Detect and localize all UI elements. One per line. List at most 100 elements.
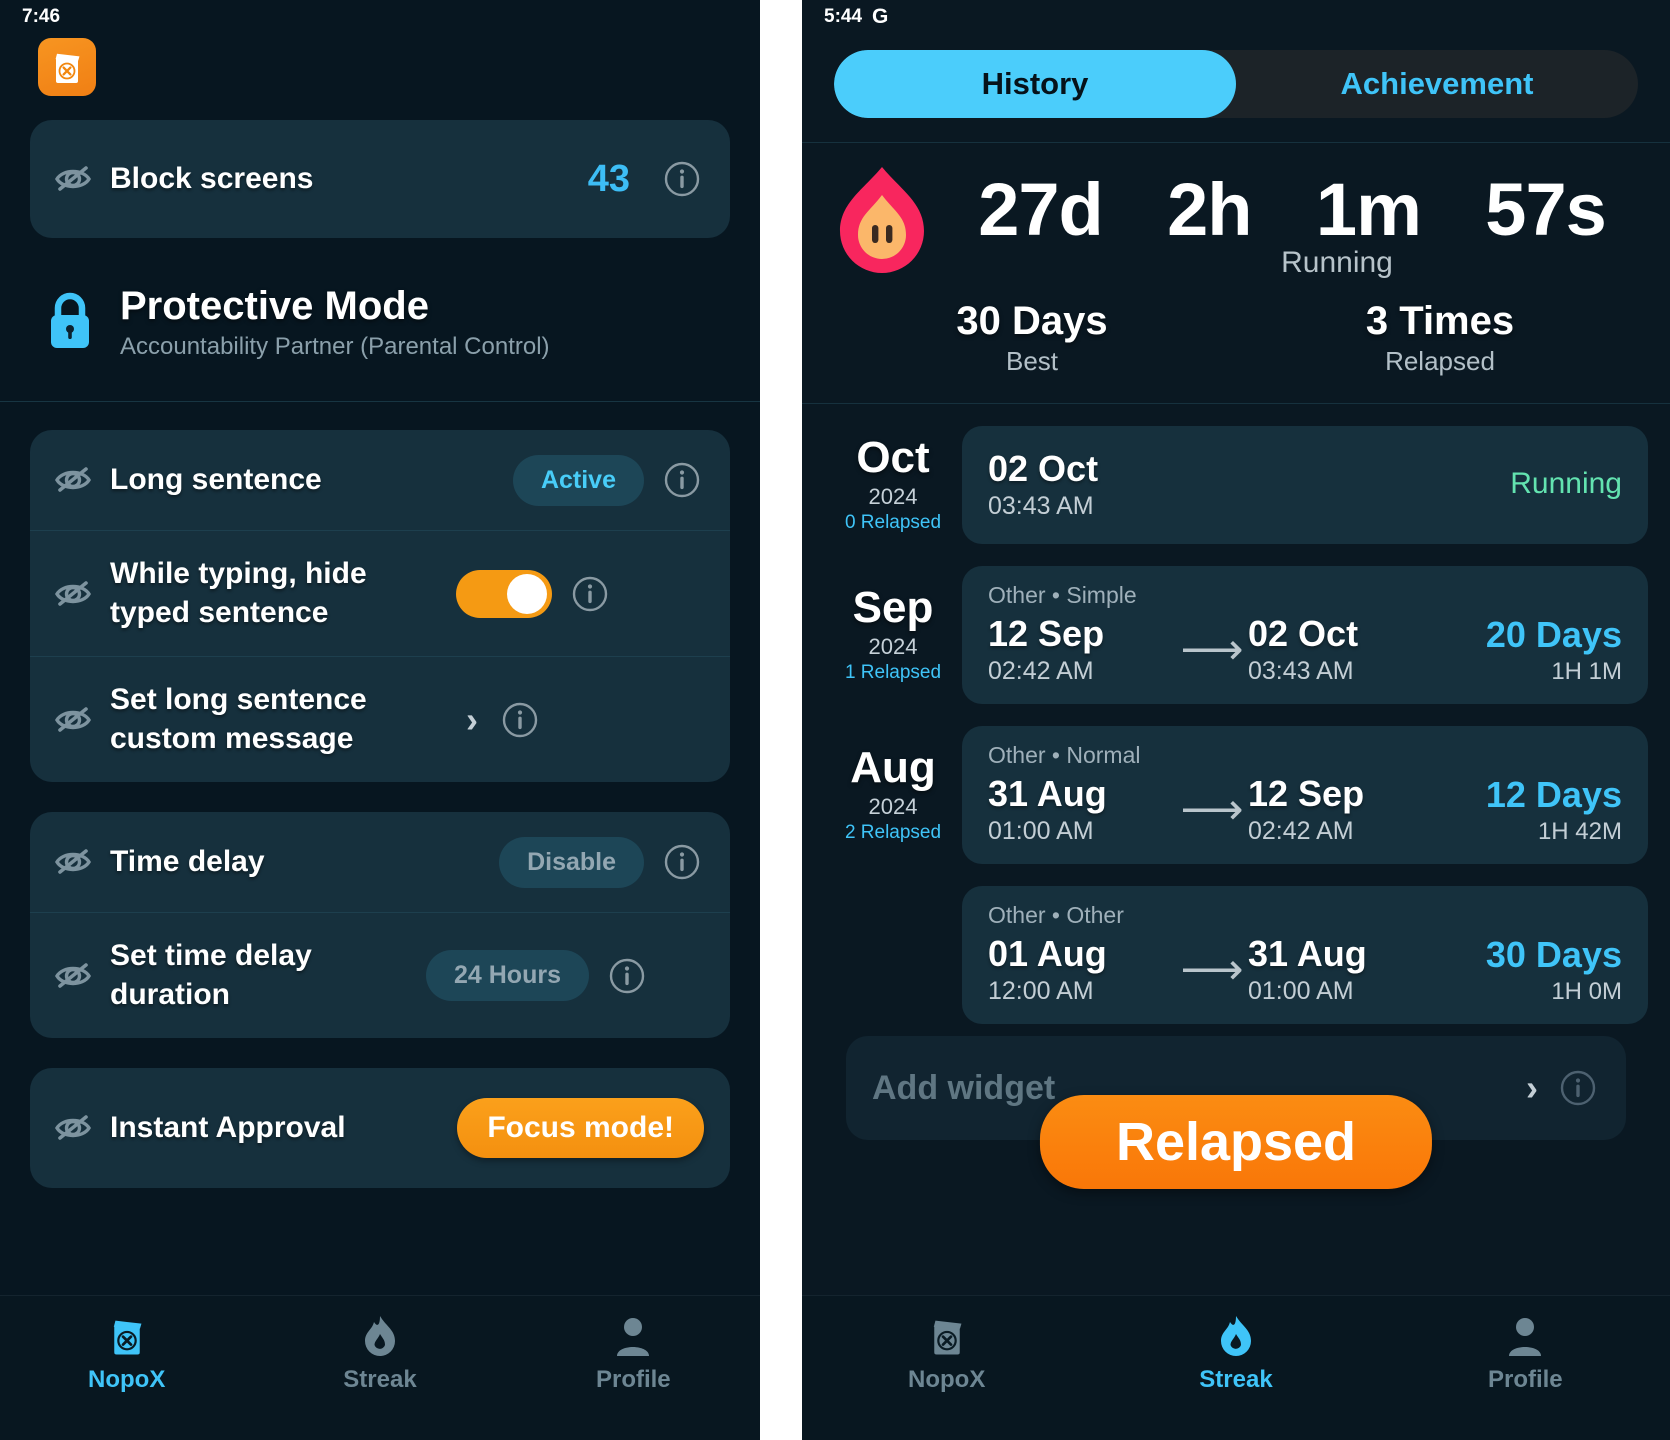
month-year: 2024 [868, 484, 918, 509]
left-content-scroll[interactable]: Block screens 43 Protective Mode Account… [0, 96, 760, 1295]
nav-item-profile[interactable]: Profile [507, 1314, 760, 1394]
nav-item-streak[interactable]: Streak [253, 1314, 506, 1394]
month-name: Sep [852, 583, 934, 632]
end-date: 31 Aug [1248, 933, 1367, 974]
nav-item-profile[interactable]: Profile [1381, 1314, 1670, 1394]
start-time: 02:42 AM [988, 657, 1094, 685]
relapsed-button[interactable]: Relapsed [1039, 1095, 1433, 1189]
left-bottom-nav[interactable]: NopoX Streak Profile [0, 1295, 760, 1440]
history-days: 12 Days [1485, 773, 1622, 815]
history-achievement-tabs[interactable]: History Achievement [834, 50, 1638, 118]
hide-typed-sentence-label: While typing, hide typed sentence [110, 557, 367, 629]
row-time-delay[interactable]: Time delay Disable [30, 812, 730, 912]
toggle-knob [507, 573, 547, 614]
streak-summary: 27d 2h 1m 57s Running 30 Days Best 3 Tim… [802, 143, 1670, 399]
history-duration-block: 12 Days 1H 42M [1486, 774, 1622, 846]
nav-label-profile: Profile [1487, 1366, 1563, 1393]
eye-slash-icon [52, 960, 94, 992]
timer-hours: 2h [1167, 168, 1252, 251]
nav-label-nopox: NopoX [908, 1366, 986, 1393]
time-delay-duration-badge[interactable]: 24 Hours [426, 950, 589, 1001]
flame-icon [828, 163, 936, 283]
info-icon[interactable] [1556, 1069, 1600, 1107]
right-bottom-nav[interactable]: NopoX Streak Profile [802, 1295, 1670, 1440]
app-icon-container[interactable] [0, 30, 760, 96]
block-screens-card[interactable]: Block screens 43 [30, 120, 730, 238]
nav-label-profile: Profile [595, 1366, 671, 1393]
row-time-delay-duration[interactable]: Set time delay duration 24 Hours [30, 912, 730, 1038]
left-phone-screen: 7:46 Block screens 43 Protective Mode Ac… [0, 0, 760, 1440]
section-divider [0, 401, 760, 402]
info-icon[interactable] [605, 957, 649, 995]
nav-item-nopox[interactable]: NopoX [0, 1314, 253, 1394]
history-card-body: 31 Aug 01:00 AM ⟶ 12 Sep 02:42 AM 12 Day… [988, 773, 1622, 846]
history-row[interactable]: Sep 2024 1 Relapsed Other • Simple 12 Se… [824, 566, 1648, 704]
row-long-sentence[interactable]: Long sentence Active [30, 430, 730, 530]
instant-approval-label: Instant Approval [110, 1110, 346, 1144]
history-end: 02 Oct 03:43 AM [1248, 613, 1436, 686]
history-status: Running [1510, 467, 1622, 500]
history-start: 01 Aug 12:00 AM [988, 933, 1176, 1006]
eye-slash-icon [52, 1112, 94, 1144]
row-instant-approval[interactable]: Instant Approval Focus mode! [30, 1068, 730, 1188]
streak-timer-row: 27d 2h 1m 57s Running [828, 159, 1644, 283]
start-date: 01 Aug [988, 933, 1107, 974]
long-sentence-card[interactable]: Long sentence Active While typing, hide … [30, 430, 730, 782]
nav-item-streak[interactable]: Streak [1091, 1314, 1380, 1394]
long-sentence-status-badge[interactable]: Active [512, 454, 644, 506]
history-row[interactable]: Aug 2024 2 Relapsed Other • Normal 31 Au… [824, 726, 1648, 864]
stat-relapsed: 3 Times Relapsed [1236, 299, 1644, 377]
time-delay-card[interactable]: Time delay Disable Set time delay durati… [30, 812, 730, 1038]
timer-seconds: 57s [1485, 168, 1606, 251]
eye-slash-icon [52, 464, 94, 496]
chevron-right-icon[interactable]: › [466, 699, 482, 741]
instant-approval-card[interactable]: Instant Approval Focus mode! [30, 1068, 730, 1188]
focus-mode-button[interactable]: Focus mode! [457, 1098, 704, 1158]
history-end: 12 Sep 02:42 AM [1248, 773, 1436, 846]
history-row[interactable]: Oct 2024 0 Relapsed 02 Oct 03:43 AM Runn… [824, 426, 1648, 544]
arrow-right-icon: ⟶ [1180, 624, 1244, 674]
tab-achievement[interactable]: Achievement [1236, 50, 1638, 118]
row-custom-message[interactable]: Set long sentence custom message › [30, 656, 730, 782]
protective-mode-title: Protective Mode [120, 284, 429, 328]
history-duration: 1H 0M [1551, 977, 1622, 1005]
hide-typed-sentence-toggle[interactable] [456, 569, 552, 618]
info-icon[interactable] [498, 701, 542, 739]
info-icon[interactable] [568, 575, 612, 613]
month-label-aug: Aug 2024 2 Relapsed [824, 746, 962, 844]
eye-slash-icon [52, 846, 94, 878]
status-time: 5:44 [824, 6, 863, 27]
history-card-body: 02 Oct 03:43 AM Running [988, 448, 1622, 521]
relapsed-label: Relapsed [1385, 346, 1495, 376]
status-google-badge: G [872, 5, 889, 28]
protective-mode-subtitle: Accountability Partner (Parental Control… [120, 333, 550, 360]
best-label: Best [1005, 346, 1059, 376]
info-icon[interactable] [660, 461, 704, 499]
history-card[interactable]: 02 Oct 03:43 AM Running [962, 426, 1648, 544]
eye-slash-icon [52, 704, 94, 736]
info-icon[interactable] [660, 160, 704, 198]
history-tag: Other • Other [988, 902, 1124, 928]
history-row[interactable]: Other • Other 01 Aug 12:00 AM ⟶ 31 Aug 0… [824, 886, 1648, 1024]
history-card[interactable]: Other • Normal 31 Aug 01:00 AM ⟶ 12 Sep … [962, 726, 1648, 864]
time-delay-status-badge[interactable]: Disable [499, 836, 644, 888]
tab-history[interactable]: History [834, 50, 1236, 118]
history-tag: Other • Normal [988, 742, 1141, 768]
end-time: 03:43 AM [1248, 657, 1354, 685]
row-hide-typed-sentence[interactable]: While typing, hide typed sentence [30, 530, 730, 656]
start-time: 01:00 AM [988, 817, 1094, 845]
person-icon [617, 1318, 650, 1356]
clapperboard-x-icon [113, 1320, 142, 1355]
dual-screenshot: 7:46 Block screens 43 Protective Mode Ac… [0, 0, 1670, 1440]
history-start: 31 Aug 01:00 AM [988, 773, 1176, 846]
right-phone-screen: 5:44 G History Achievement 27d 2h 1m 57s… [802, 0, 1670, 1440]
end-date: 02 Oct [1248, 613, 1359, 654]
custom-message-label: Set long sentence custom message [110, 683, 367, 755]
nopox-app-icon[interactable] [38, 38, 96, 96]
history-card[interactable]: Other • Simple 12 Sep 02:42 AM ⟶ 02 Oct … [962, 566, 1648, 704]
block-screens-row[interactable]: Block screens 43 [30, 120, 730, 238]
chevron-right-icon[interactable]: › [1526, 1067, 1542, 1109]
info-icon[interactable] [660, 843, 704, 881]
history-card[interactable]: Other • Other 01 Aug 12:00 AM ⟶ 31 Aug 0… [962, 886, 1648, 1024]
nav-item-nopox[interactable]: NopoX [802, 1314, 1091, 1394]
